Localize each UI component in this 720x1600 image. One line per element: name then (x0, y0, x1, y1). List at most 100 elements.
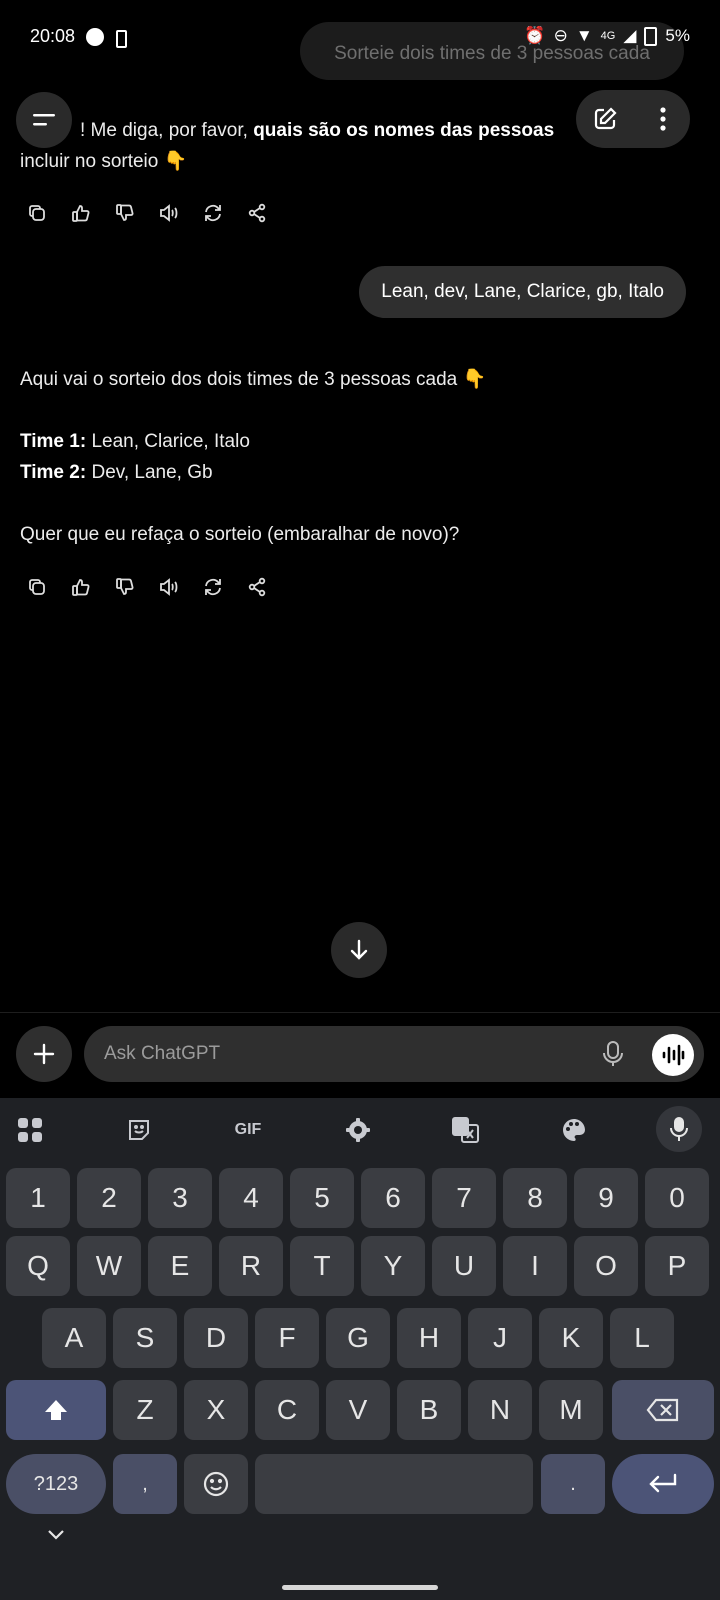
attach-button[interactable] (16, 1026, 72, 1082)
key-m[interactable]: M (539, 1380, 603, 1440)
key-d[interactable]: D (184, 1308, 248, 1368)
regenerate-icon[interactable] (198, 198, 228, 228)
voice-mode-button[interactable] (652, 1034, 694, 1076)
scroll-to-bottom-button[interactable] (331, 922, 387, 978)
key-b[interactable]: B (397, 1380, 461, 1440)
share-icon[interactable] (242, 198, 272, 228)
key-k[interactable]: K (539, 1308, 603, 1368)
header-actions (576, 90, 690, 148)
translate-icon[interactable] (446, 1110, 486, 1150)
thumbs-down-icon[interactable] (110, 572, 140, 602)
key-6[interactable]: 6 (361, 1168, 425, 1228)
dictate-mic-icon[interactable] (602, 1040, 624, 1073)
assistant-message: Aqui vai o sorteio dos dois times de 3 p… (20, 364, 700, 550)
theme-palette-icon[interactable] (554, 1110, 594, 1150)
key-h[interactable]: H (397, 1308, 461, 1368)
message-intro: Aqui vai o sorteio dos dois times de 3 p… (20, 369, 487, 390)
key-c[interactable]: C (255, 1380, 319, 1440)
whatsapp-notification-icon (86, 28, 104, 51)
key-8[interactable]: 8 (503, 1168, 567, 1228)
team-1-members: Lean, Clarice, Italo (86, 431, 250, 452)
key-4[interactable]: 4 (219, 1168, 283, 1228)
read-aloud-icon[interactable] (154, 572, 184, 602)
battery-percent: 5% (665, 26, 690, 45)
backspace-key[interactable] (612, 1380, 714, 1440)
arrow-down-icon (331, 922, 387, 978)
apps-grid-icon[interactable] (10, 1110, 50, 1150)
regenerate-icon[interactable] (198, 572, 228, 602)
more-options-icon[interactable] (646, 102, 680, 136)
battery-icon (644, 26, 658, 46)
key-v[interactable]: V (326, 1380, 390, 1440)
share-icon[interactable] (242, 572, 272, 602)
enter-key[interactable] (612, 1454, 714, 1514)
team-2-members: Dev, Lane, Gb (86, 462, 213, 483)
key-i[interactable]: I (503, 1236, 567, 1296)
network-type: 4G (600, 30, 616, 42)
message-bold-text: quais são os nomes das pessoas (253, 120, 555, 141)
key-a[interactable]: A (42, 1308, 106, 1368)
backspace-icon (646, 1398, 679, 1422)
key-l[interactable]: L (610, 1308, 674, 1368)
copy-icon[interactable] (22, 198, 52, 228)
enter-icon (649, 1473, 677, 1493)
gesture-nav-handle[interactable] (282, 1585, 438, 1590)
key-9[interactable]: 9 (574, 1168, 638, 1228)
team-1-label: Time 1: (20, 431, 87, 452)
key-f[interactable]: F (255, 1308, 319, 1368)
thumbs-down-icon[interactable] (110, 198, 140, 228)
key-7[interactable]: 7 (432, 1168, 496, 1228)
comma-key[interactable]: , (113, 1454, 177, 1514)
thumbs-up-icon[interactable] (66, 572, 96, 602)
key-3[interactable]: 3 (148, 1168, 212, 1228)
key-s[interactable]: S (113, 1308, 177, 1368)
key-t[interactable]: T (290, 1236, 354, 1296)
shift-key[interactable] (6, 1380, 106, 1440)
key-x[interactable]: X (184, 1380, 248, 1440)
hide-keyboard-chevron-icon[interactable] (46, 1528, 66, 1547)
key-e[interactable]: E (148, 1236, 212, 1296)
key-p[interactable]: P (645, 1236, 709, 1296)
shift-icon (45, 1400, 67, 1420)
wifi-icon: ▼ (575, 26, 593, 45)
user-message: Lean, dev, Lane, Clarice, gb, Italo (359, 266, 686, 318)
key-o[interactable]: O (574, 1236, 638, 1296)
key-0[interactable]: 0 (645, 1168, 709, 1228)
message-actions (22, 572, 272, 602)
key-u[interactable]: U (432, 1236, 496, 1296)
new-chat-icon[interactable] (588, 102, 622, 136)
message-actions (22, 198, 272, 228)
space-bar[interactable] (255, 1454, 533, 1514)
message-text: ! Me diga, por favor, (80, 120, 254, 141)
team-2-line: Time 2: Dev, Lane, Gb (20, 457, 700, 488)
keyboard-mic-icon[interactable] (656, 1106, 702, 1152)
battery-saver-icon (116, 30, 127, 53)
sticker-icon[interactable] (119, 1110, 159, 1150)
key-q[interactable]: Q (6, 1236, 70, 1296)
team-1-line: Time 1: Lean, Clarice, Italo (20, 426, 700, 457)
gif-button[interactable]: GIF (228, 1110, 268, 1150)
key-w[interactable]: W (77, 1236, 141, 1296)
key-1[interactable]: 1 (6, 1168, 70, 1228)
symbols-key[interactable]: ?123 (6, 1454, 106, 1514)
keyboard: GIF 1 2 3 4 5 6 7 8 9 0 Q W E R T Y U I (0, 1098, 720, 1600)
key-5[interactable]: 5 (290, 1168, 354, 1228)
key-g[interactable]: G (326, 1308, 390, 1368)
key-n[interactable]: N (468, 1380, 532, 1440)
key-2[interactable]: 2 (77, 1168, 141, 1228)
status-icons: ⏰ ⊖ ▼ 4G ◢ 5% (524, 26, 690, 46)
key-r[interactable]: R (219, 1236, 283, 1296)
message-text: incluir no sorteio 👇 (20, 151, 188, 172)
key-z[interactable]: Z (113, 1380, 177, 1440)
read-aloud-icon[interactable] (154, 198, 184, 228)
key-y[interactable]: Y (361, 1236, 425, 1296)
waveform-icon (652, 1034, 694, 1076)
emoji-key[interactable] (184, 1454, 248, 1514)
message-question: Quer que eu refaça o sorteio (embaralhar… (20, 524, 460, 545)
alarm-icon: ⏰ (524, 26, 546, 45)
copy-icon[interactable] (22, 572, 52, 602)
key-j[interactable]: J (468, 1308, 532, 1368)
thumbs-up-icon[interactable] (66, 198, 96, 228)
period-key[interactable]: . (541, 1454, 605, 1514)
settings-gear-icon[interactable] (338, 1110, 378, 1150)
